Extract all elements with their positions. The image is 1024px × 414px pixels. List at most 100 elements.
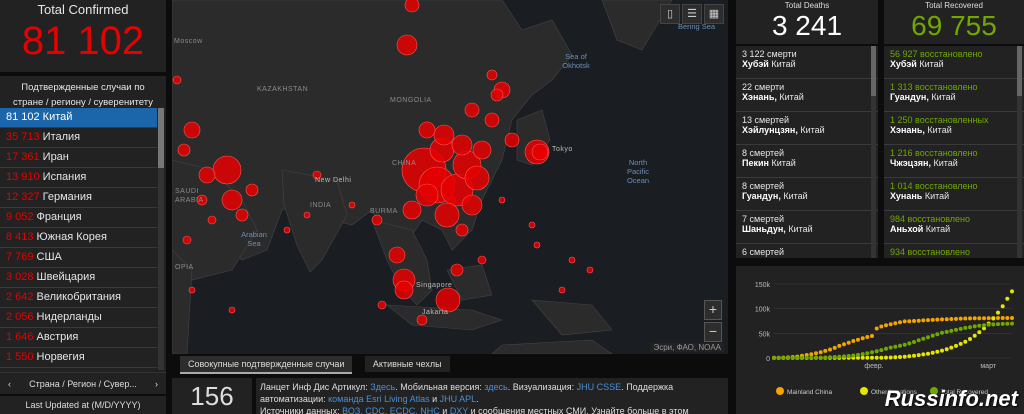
chart-point[interactable] — [776, 356, 781, 360]
case-bubble[interactable] — [188, 286, 196, 294]
country-list-item[interactable]: 35 713 Италия — [0, 128, 157, 148]
country-list-item[interactable]: 2 056 Нидерланды — [0, 308, 157, 328]
prev-arrow-icon[interactable]: ‹ — [8, 379, 11, 389]
chart-point[interactable] — [888, 355, 893, 360]
chart-point[interactable] — [907, 319, 912, 324]
case-bubble[interactable] — [402, 200, 422, 220]
chart-point[interactable] — [856, 352, 860, 357]
case-bubble[interactable] — [394, 280, 414, 300]
zoom-in-button[interactable]: + — [704, 300, 722, 320]
case-bubble[interactable] — [303, 211, 311, 219]
case-bubble[interactable] — [472, 140, 492, 160]
case-bubble[interactable] — [396, 34, 418, 56]
recovered-item[interactable]: 56 927 восстановлено Хубэй Китай — [884, 46, 1024, 79]
chart-point[interactable] — [1005, 296, 1010, 301]
case-bubble[interactable] — [172, 75, 182, 85]
mobile-link[interactable]: здесь — [484, 382, 507, 392]
chart-point[interactable] — [828, 355, 832, 360]
chart-point[interactable] — [930, 317, 935, 322]
death-item[interactable]: 8 смертей Пекин Китай — [736, 145, 878, 178]
chart-point[interactable] — [996, 310, 1000, 315]
case-bubble[interactable] — [404, 0, 420, 13]
case-bubble[interactable] — [348, 201, 356, 209]
country-list-item[interactable]: 1 550 Норвегия — [0, 348, 157, 368]
chart-point[interactable] — [958, 326, 963, 331]
case-bubble[interactable] — [377, 300, 387, 310]
chart-point[interactable] — [856, 337, 860, 342]
bookmark-icon[interactable]: ▯ — [660, 4, 680, 24]
chart-point[interactable] — [916, 353, 921, 358]
list-icon[interactable]: ☰ — [682, 4, 702, 24]
next-arrow-icon[interactable]: › — [155, 379, 158, 389]
chart-point[interactable] — [949, 345, 954, 350]
chart-point[interactable] — [954, 327, 958, 332]
chart-point[interactable] — [926, 318, 930, 323]
chart-point[interactable] — [870, 334, 874, 338]
grid-icon[interactable]: ▦ — [704, 4, 724, 24]
chart-point[interactable] — [972, 316, 977, 321]
case-bubble[interactable] — [388, 246, 406, 264]
case-bubble[interactable] — [221, 189, 243, 211]
death-item[interactable]: 3 122 смерти Хубэй Китай — [736, 46, 878, 79]
country-list-item[interactable]: 12 327 Германия — [0, 188, 157, 208]
chart-point[interactable] — [944, 317, 949, 322]
chart-point[interactable] — [935, 349, 940, 354]
case-bubble[interactable] — [586, 266, 594, 274]
chart-point[interactable] — [991, 316, 996, 321]
chart-point[interactable] — [823, 355, 828, 360]
case-bubble[interactable] — [416, 314, 428, 326]
recovered-scrollbar[interactable] — [1017, 46, 1022, 258]
chart-point[interactable] — [935, 332, 940, 337]
chart-point[interactable] — [968, 316, 972, 321]
chart-point[interactable] — [898, 355, 902, 359]
chart-point[interactable] — [888, 322, 893, 327]
chart-point[interactable] — [860, 355, 865, 360]
chart-point[interactable] — [968, 337, 972, 341]
chart-point[interactable] — [972, 324, 977, 329]
chart-point[interactable] — [954, 316, 958, 321]
chart-point[interactable] — [842, 342, 846, 347]
chart-point[interactable] — [1000, 321, 1005, 326]
chart-point[interactable] — [846, 340, 851, 345]
chart-point[interactable] — [972, 333, 977, 338]
chart-point[interactable] — [921, 318, 926, 323]
case-bubble[interactable] — [434, 202, 460, 228]
case-bubble[interactable] — [528, 221, 536, 229]
chart-point[interactable] — [902, 342, 907, 347]
recovered-item[interactable]: 1 313 восстановлено Гуандун, Китай — [884, 79, 1024, 112]
chart-point[interactable] — [893, 355, 898, 360]
chart-point[interactable] — [828, 347, 832, 352]
chart-point[interactable] — [893, 321, 898, 326]
chart-point[interactable] — [1005, 316, 1010, 320]
chart-point[interactable] — [879, 355, 884, 360]
death-item[interactable]: 8 смертей Гуандун, Китай — [736, 178, 878, 211]
case-bubble[interactable] — [198, 166, 216, 184]
chart-point[interactable] — [912, 340, 916, 344]
chart-point[interactable] — [935, 317, 940, 322]
chart-point[interactable] — [996, 322, 1000, 327]
case-bubble[interactable] — [245, 183, 259, 197]
chart-point[interactable] — [874, 349, 879, 354]
chart-point[interactable] — [1005, 321, 1010, 326]
case-bubble[interactable] — [484, 112, 500, 128]
sources-link[interactable]: ВОЗ, CDC, ECDC, NHC — [342, 406, 440, 414]
chart-point[interactable] — [986, 316, 991, 321]
chart-point[interactable] — [940, 317, 944, 322]
recovered-item[interactable]: 984 восстановлено Аньхой Китай — [884, 211, 1024, 244]
case-bubble[interactable] — [533, 241, 541, 249]
case-bubble[interactable] — [461, 194, 483, 216]
case-bubble[interactable] — [451, 134, 473, 156]
case-bubble[interactable] — [464, 165, 490, 191]
country-list-item[interactable]: 2 642 Великобритания — [0, 288, 157, 308]
case-bubble[interactable] — [418, 121, 436, 139]
recovered-item[interactable]: 1 216 восстановлено Чжэцзян, Китай — [884, 145, 1024, 178]
case-bubble[interactable] — [464, 102, 480, 118]
chart-point[interactable] — [949, 317, 954, 321]
esri-link[interactable]: команда Esri Living Atlas — [328, 394, 430, 404]
case-bubble[interactable] — [207, 215, 217, 225]
case-bubble[interactable] — [455, 223, 469, 237]
chart-point[interactable] — [991, 322, 996, 327]
case-bubble[interactable] — [486, 69, 498, 81]
death-item[interactable]: 6 смертейАньхой Китай — [736, 244, 878, 258]
chart-point[interactable] — [898, 343, 902, 348]
